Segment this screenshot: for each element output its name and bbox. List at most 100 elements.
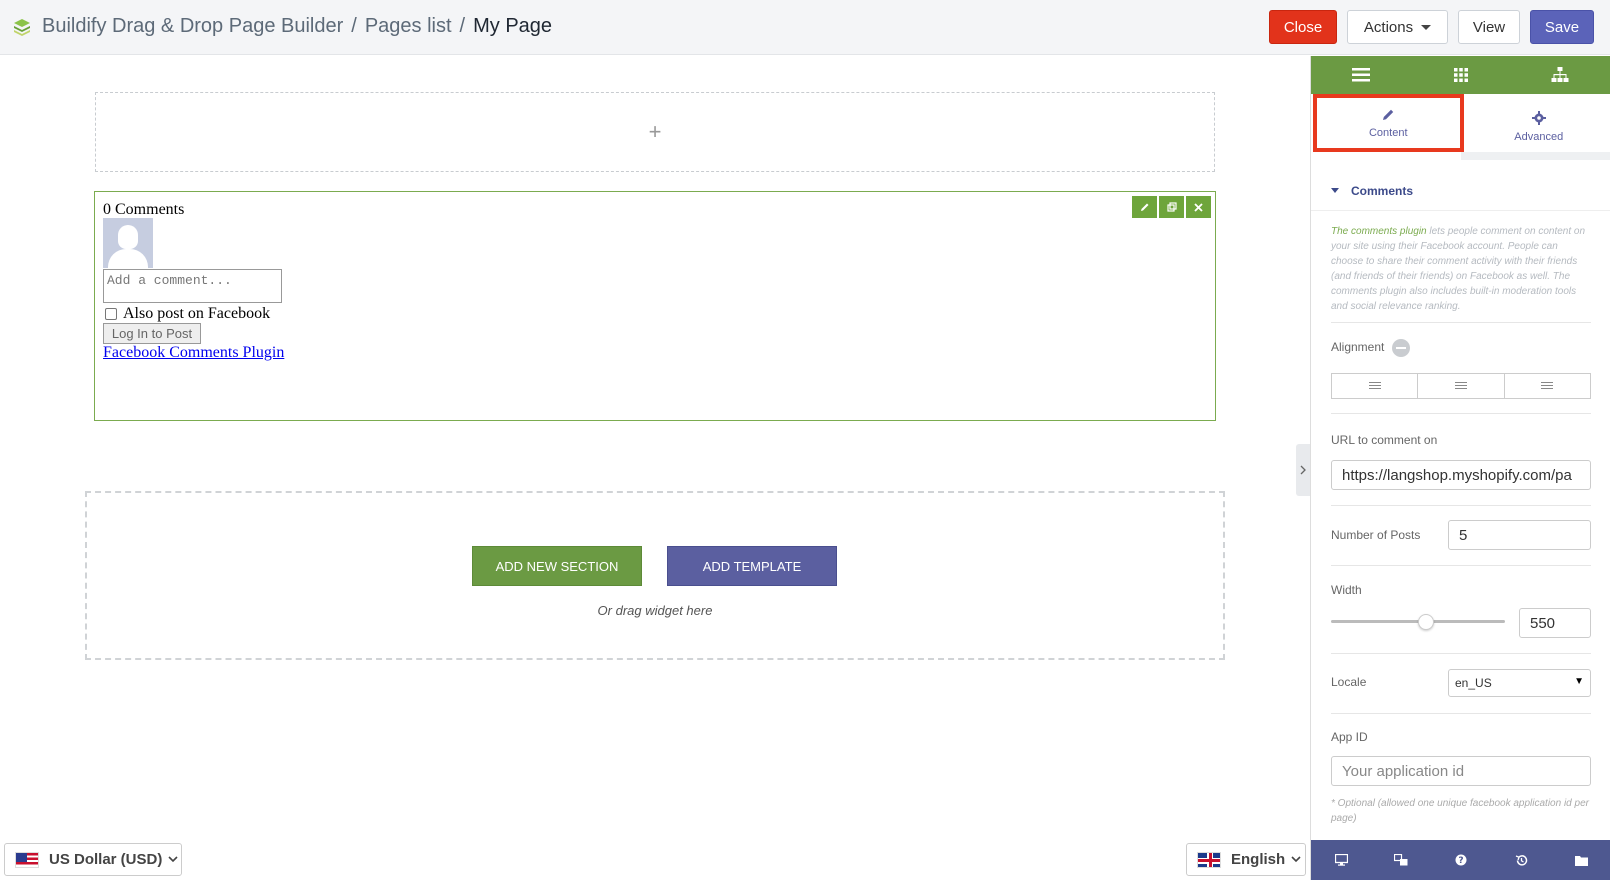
section-title: Comments: [1351, 183, 1414, 198]
history-button[interactable]: [1491, 840, 1551, 880]
divider: [1331, 653, 1591, 654]
width-input[interactable]: 550: [1519, 608, 1591, 638]
also-post-option: Also post on Facebook: [105, 305, 270, 323]
add-new-section-button[interactable]: ADD NEW SECTION: [472, 546, 642, 586]
locale-value: en_US: [1455, 676, 1492, 690]
comments-section-header[interactable]: Comments: [1311, 171, 1610, 211]
width-slider-handle[interactable]: [1418, 614, 1434, 630]
plugin-description: The comments plugin lets people comment …: [1331, 224, 1591, 314]
responsive-mode-button[interactable]: [1311, 840, 1371, 880]
view-button[interactable]: View: [1458, 10, 1520, 44]
tab-content[interactable]: Content: [1313, 94, 1464, 152]
help-button[interactable]: ?: [1431, 840, 1491, 880]
panel-footer: ?: [1311, 840, 1610, 880]
locale-label: Locale: [1331, 675, 1367, 689]
also-post-label: Also post on Facebook: [123, 305, 271, 322]
align-left-icon: [1368, 381, 1381, 391]
app-id-label: App ID: [1331, 730, 1368, 744]
breadcrumb-separator: /: [351, 15, 357, 37]
menu-tab[interactable]: [1311, 56, 1411, 94]
templates-button[interactable]: [1551, 840, 1610, 880]
plus-icon[interactable]: +: [649, 119, 662, 145]
actions-button-label: Actions: [1363, 18, 1414, 36]
copy-icon: [1166, 202, 1177, 212]
app-id-note: * Optional (allowed one unique facebook …: [1331, 798, 1589, 824]
gear-icon: [1531, 111, 1546, 125]
align-right-icon: [1541, 381, 1554, 391]
divider: [1331, 505, 1591, 506]
divider: [1331, 713, 1591, 714]
grid-icon: [1453, 68, 1468, 82]
chevron-down-icon: [168, 856, 178, 863]
edit-widget-button[interactable]: [1132, 196, 1157, 218]
breadcrumb: Buildify Drag & Drop Page Builder / Pages …: [42, 15, 552, 38]
content-tabs: Content Advanced: [1311, 94, 1610, 160]
alignment-button-group: [1331, 373, 1591, 399]
breadcrumb-separator: /: [459, 15, 466, 37]
locale-select[interactable]: en_US ▼: [1448, 669, 1591, 697]
align-left-button[interactable]: [1332, 374, 1419, 398]
widgets-tab[interactable]: [1411, 56, 1511, 94]
sitemap-icon: [1551, 67, 1569, 82]
top-bar: Buildify Drag & Drop Page Builder / Pages …: [0, 0, 1610, 55]
editor-panel: Content Advanced Comments The comments p…: [1310, 56, 1610, 880]
also-post-checkbox[interactable]: [105, 308, 117, 320]
tab-advanced[interactable]: Advanced: [1468, 94, 1610, 160]
currency-label: US Dollar (USD): [49, 851, 163, 868]
pencil-icon: [1382, 109, 1393, 120]
align-center-button[interactable]: [1418, 374, 1505, 398]
url-input[interactable]: https://langshop.myshopify.com/pa: [1331, 460, 1591, 490]
description-text: lets people comment on content on your s…: [1331, 226, 1586, 312]
comments-plugin-link[interactable]: The comments plugin: [1331, 226, 1427, 237]
caret-down-icon: [1331, 188, 1339, 193]
close-icon: [1194, 202, 1203, 212]
caret-down-icon: [1421, 24, 1432, 30]
duplicate-widget-button[interactable]: [1159, 196, 1184, 218]
width-label: Width: [1331, 583, 1362, 597]
caret-down-icon: ▼: [1574, 676, 1584, 687]
comment-textarea[interactable]: Add a comment...: [103, 269, 282, 303]
tab-content-label: Content: [1368, 126, 1408, 139]
buildify-logo-icon: [14, 19, 30, 36]
comment-count: 0 Comments: [103, 201, 185, 218]
divider: [1331, 565, 1591, 566]
breadcrumb-app-name[interactable]: Buildify Drag & Drop Page Builder: [42, 15, 343, 37]
alignment-label: Alignment: [1331, 340, 1385, 355]
align-right-button[interactable]: [1505, 374, 1590, 398]
breadcrumb-pages-list[interactable]: Pages list: [365, 15, 452, 37]
app-id-input[interactable]: Your application id: [1331, 756, 1591, 786]
align-center-icon: [1454, 381, 1467, 391]
add-section-dropzone[interactable]: +: [95, 92, 1215, 172]
help-icon[interactable]: [1392, 339, 1411, 357]
hamburger-menu-icon: [1351, 68, 1370, 82]
collapse-panel-toggle[interactable]: [1296, 444, 1310, 496]
uk-flag-icon: [1197, 851, 1221, 868]
alignment-field: Alignment: [1331, 339, 1411, 357]
chevron-right-icon: [1300, 465, 1306, 475]
facebook-plugin-link[interactable]: Facebook Comments Plugin: [103, 344, 284, 362]
save-button[interactable]: Save: [1530, 10, 1594, 44]
language-selector[interactable]: English: [1186, 843, 1306, 876]
folder-icon: [1574, 855, 1588, 866]
actions-dropdown-button[interactable]: Actions: [1347, 10, 1448, 44]
close-button[interactable]: Close: [1269, 10, 1337, 44]
translate-button[interactable]: [1371, 840, 1431, 880]
navigator-tab[interactable]: [1510, 56, 1610, 94]
divider: [1331, 322, 1591, 323]
language-icon: [1394, 854, 1408, 866]
desktop-icon: [1334, 854, 1348, 866]
num-posts-input[interactable]: 5: [1448, 520, 1591, 550]
tab-advanced-label: Advanced: [1514, 131, 1564, 143]
add-section-label: ADD NEW SECTION: [495, 558, 619, 574]
delete-widget-button[interactable]: [1186, 196, 1211, 218]
widget-dropzone[interactable]: [85, 491, 1225, 660]
url-label: URL to comment on: [1331, 433, 1438, 447]
add-template-label: ADD TEMPLATE: [702, 558, 802, 574]
svg-text:?: ?: [1458, 856, 1463, 866]
widget-toolbar: [1132, 196, 1211, 218]
add-template-button[interactable]: ADD TEMPLATE: [667, 546, 837, 586]
login-to-post-button[interactable]: Log In to Post: [103, 323, 201, 344]
facebook-comments-widget[interactable]: 0 Comments Add a comment... Also post on…: [94, 191, 1216, 421]
currency-selector[interactable]: US Dollar (USD): [4, 843, 182, 876]
breadcrumb-current-page: My Page: [473, 15, 553, 37]
